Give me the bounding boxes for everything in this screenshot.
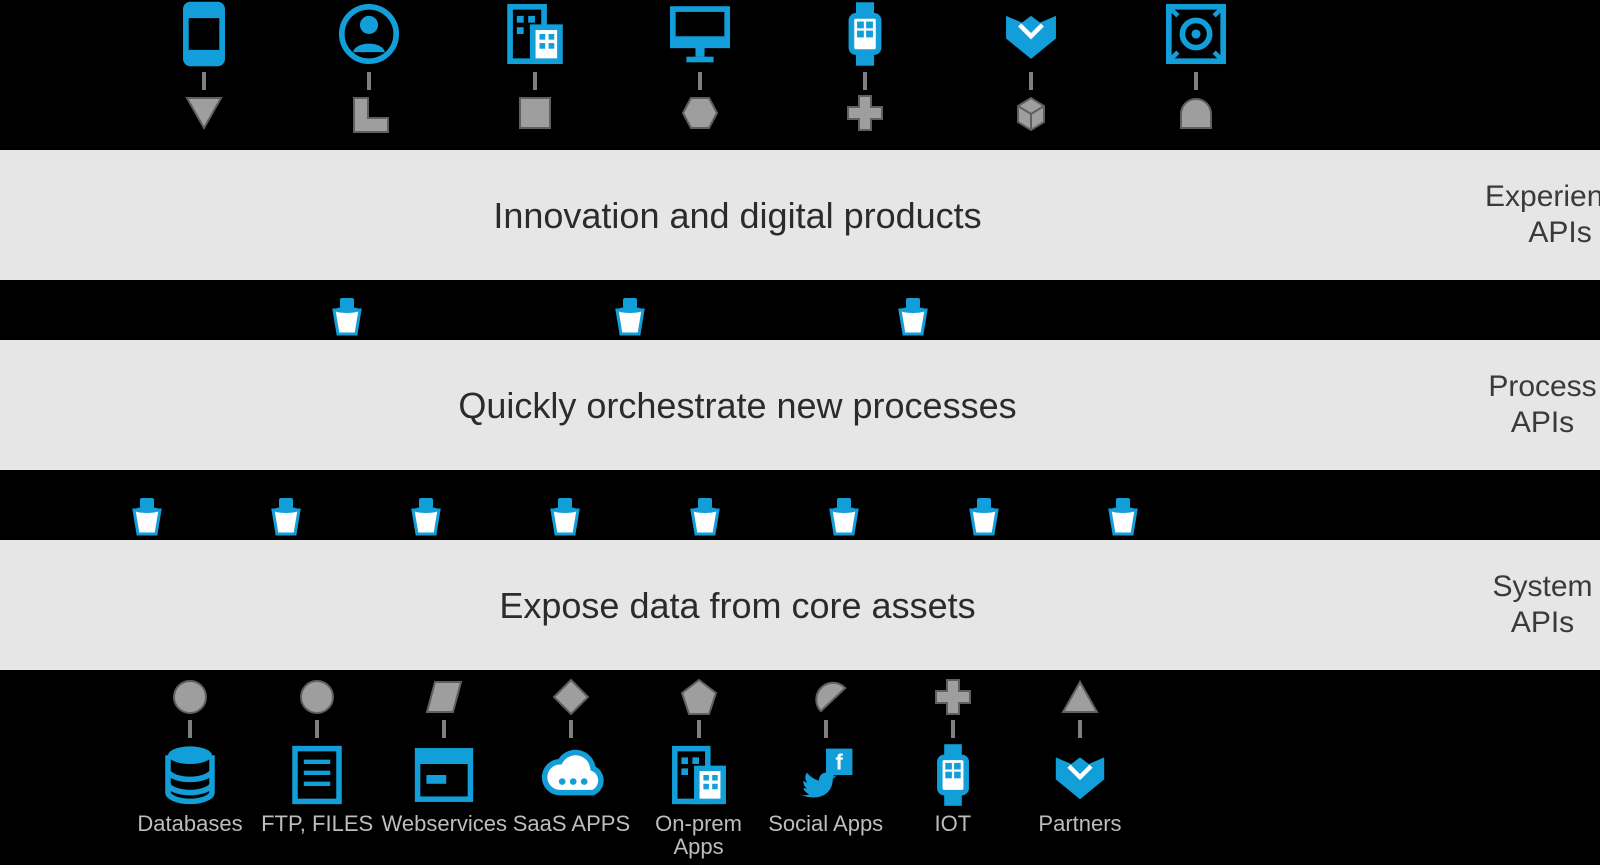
document-icon (284, 742, 350, 808)
source-label: Databases (137, 812, 242, 836)
source-label: On-prem Apps (639, 812, 759, 858)
system-api-node (130, 498, 164, 536)
source-label: Webservices (382, 812, 508, 836)
process-side-label: Process APIs (1475, 340, 1600, 470)
channel-mobile (170, 0, 238, 132)
shape-square (516, 94, 554, 132)
database-icon (157, 742, 223, 808)
connector-stem (698, 72, 702, 90)
source-label: Partners (1038, 812, 1121, 836)
bottom-source-row: Databases FTP, FILES Webservices SaaS AP… (130, 678, 1140, 858)
experience-side-label: Experience APIs (1475, 150, 1600, 280)
watch-icon (831, 0, 899, 68)
process-band-text: Quickly orchestrate new processes (0, 385, 1475, 427)
connector-stem (202, 72, 206, 90)
connector-stem (1078, 720, 1082, 738)
connector-stem (1194, 72, 1198, 90)
channel-handshake (997, 0, 1065, 132)
source-label: FTP, FILES (261, 812, 373, 836)
connector-stem (315, 720, 319, 738)
shape-plus (846, 94, 884, 132)
handshake-icon (1047, 742, 1113, 808)
shape-hexagon (681, 94, 719, 132)
system-api-node (548, 498, 582, 536)
channel-enterprise (501, 0, 569, 132)
source-webservices: Webservices (384, 678, 504, 836)
shape-diamond (552, 678, 590, 716)
cloud-icon (538, 742, 604, 808)
system-api-node (409, 498, 443, 536)
system-api-node (967, 498, 1001, 536)
process-node-row (330, 298, 930, 336)
system-side-label: System APIs (1475, 540, 1600, 670)
system-api-node (269, 498, 303, 536)
social-icon (793, 742, 859, 808)
browser-icon (411, 742, 477, 808)
source-saas: SaaS APPS (511, 678, 631, 836)
user-icon (335, 0, 403, 68)
building-icon (666, 742, 732, 808)
top-channel-row (170, 0, 1230, 132)
shape-parallelogram (425, 678, 463, 716)
system-band-text: Expose data from core assets (0, 585, 1475, 627)
source-label: Social Apps (768, 812, 883, 836)
process-api-node (613, 298, 647, 336)
connector-stem (697, 720, 701, 738)
source-iot: IOT (893, 678, 1013, 836)
channel-camera (1162, 0, 1230, 132)
system-api-node (1106, 498, 1140, 536)
desktop-icon (666, 0, 734, 68)
shape-triangle-up (1061, 678, 1099, 716)
system-api-node (827, 498, 861, 536)
system-node-row (130, 498, 1140, 536)
api-led-diagram: Experience APIs Innovation and digital p… (0, 0, 1600, 865)
channel-desktop (666, 0, 734, 132)
shape-droplet (807, 678, 845, 716)
connector-stem (569, 720, 573, 738)
connector-stem (1029, 72, 1033, 90)
camera-icon (1162, 0, 1230, 68)
shape-l-corner (350, 94, 388, 132)
source-social: Social Apps (766, 678, 886, 836)
connector-stem (188, 720, 192, 738)
building-icon (501, 0, 569, 68)
connector-stem (533, 72, 537, 90)
channel-wearable (831, 0, 899, 132)
connector-stem (863, 72, 867, 90)
source-label: SaaS APPS (513, 812, 630, 836)
source-partners: Partners (1020, 678, 1140, 836)
connector-stem (367, 72, 371, 90)
process-api-node (896, 298, 930, 336)
mobile-icon (170, 0, 238, 68)
watch-icon (920, 742, 986, 808)
shape-plus (934, 678, 972, 716)
shape-pentagon (680, 678, 718, 716)
connector-stem (951, 720, 955, 738)
channel-user (335, 0, 403, 132)
source-onprem: On-prem Apps (639, 678, 759, 858)
shape-arch (1177, 94, 1215, 132)
handshake-icon (997, 0, 1065, 68)
source-databases: Databases (130, 678, 250, 836)
connector-stem (442, 720, 446, 738)
source-label: IOT (935, 812, 972, 836)
shape-circle (171, 678, 209, 716)
process-api-node (330, 298, 364, 336)
connector-stem (824, 720, 828, 738)
system-api-node (688, 498, 722, 536)
shape-circle (298, 678, 336, 716)
experience-band-text: Innovation and digital products (0, 195, 1475, 237)
shape-cube (1012, 94, 1050, 132)
source-ftp: FTP, FILES (257, 678, 377, 836)
shape-triangle-down (185, 94, 223, 132)
